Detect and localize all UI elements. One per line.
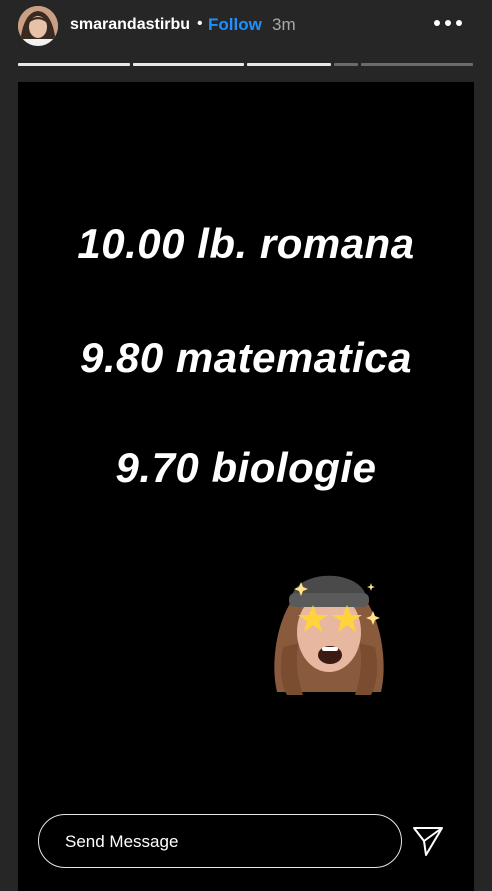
more-options-icon[interactable]	[432, 15, 464, 31]
story-text-line-3: 9.70 biologie	[115, 444, 377, 491]
story-progress-4	[334, 63, 358, 66]
send-icon[interactable]	[411, 824, 445, 858]
message-placeholder: Send Message	[65, 832, 179, 851]
follow-button[interactable]: Follow	[208, 15, 262, 35]
story-progress-3	[247, 63, 331, 66]
story-text-line-1: 10.00 lb. romana	[77, 220, 415, 267]
username[interactable]: smarandastirbu	[70, 16, 190, 34]
separator-dot: •	[197, 15, 203, 32]
memoji-sticker	[274, 575, 384, 695]
progress-fill	[133, 63, 244, 66]
send-message-input[interactable]: Send Message	[38, 814, 402, 868]
time-ago: 3m	[272, 15, 296, 34]
story-progress-2	[133, 63, 244, 66]
story-progress-5	[361, 63, 473, 66]
progress-fill	[18, 63, 130, 66]
story-progress-1	[18, 63, 130, 66]
profile-avatar[interactable]	[18, 6, 58, 46]
story-content[interactable]: 10.00 lb. romana 9.80 matematica 9.70 bi…	[18, 82, 474, 891]
story-header: smarandastirbu • Follow 3m	[0, 0, 492, 52]
story-text-line-2: 9.80 matematica	[79, 334, 413, 381]
progress-fill	[247, 63, 331, 66]
